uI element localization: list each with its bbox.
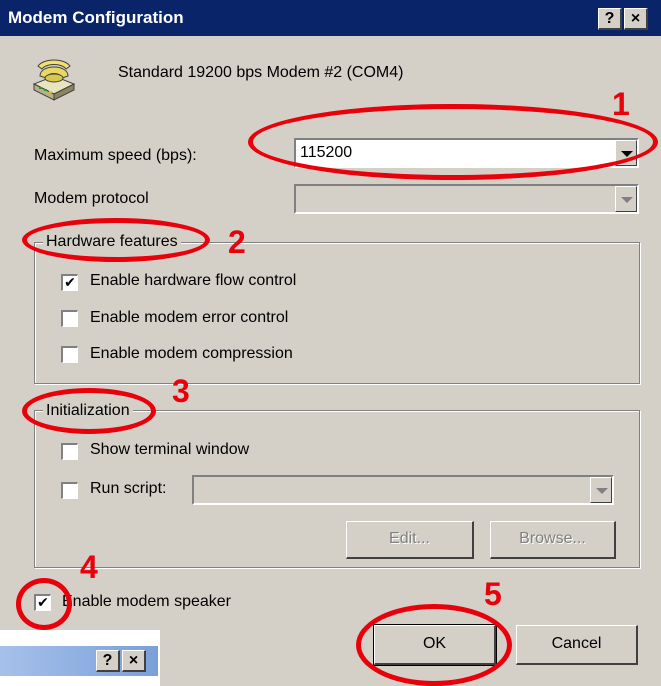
modem-speaker-label[interactable]: Enable modem speaker [62,593,231,611]
run-script-checkbox[interactable] [61,482,78,499]
modem-name: Standard 19200 bps Modem #2 (COM4) [118,64,404,81]
modem-protocol-dropdown[interactable] [294,184,639,214]
annotation-number-1: 1 [612,86,630,122]
initialization-legend: Initialization [43,402,133,420]
annotation-number-5: 5 [484,576,502,612]
ok-button[interactable]: OK [373,624,497,666]
annotation-number-2: 2 [228,224,246,260]
help-button[interactable]: ? [598,8,622,30]
annotation-number-4: 4 [80,549,98,585]
modem-error-control-checkbox[interactable] [61,310,78,327]
modem-compression-checkbox[interactable] [61,346,78,363]
modem-speaker-checkbox[interactable]: ✔ [34,594,51,611]
max-speed-value: 115200 [300,144,353,161]
show-terminal-label[interactable]: Show terminal window [90,441,249,459]
hardware-flow-control-checkbox[interactable]: ✔ [61,274,78,291]
telephone-modem-icon [32,59,76,101]
max-speed-dropdown[interactable]: 115200 [294,138,639,168]
chevron-down-icon[interactable] [615,140,637,166]
browse-button[interactable]: Browse... [490,521,616,559]
run-script-dropdown[interactable] [192,475,614,505]
modem-error-control-label[interactable]: Enable modem error control [90,309,288,327]
background-close-button[interactable]: × [122,650,146,672]
background-window-titlebar: ? × [0,646,158,676]
max-speed-label: Maximum speed (bps): [34,147,197,164]
edit-button[interactable]: Edit... [346,521,474,559]
modem-protocol-label: Modem protocol [34,190,149,207]
title-bar[interactable]: Modem Configuration ? × [0,0,661,36]
close-button[interactable]: × [624,8,648,30]
run-script-label[interactable]: Run script: [90,480,166,498]
hardware-flow-control-label[interactable]: Enable hardware flow control [90,272,296,290]
show-terminal-checkbox[interactable] [61,443,78,460]
background-help-button[interactable]: ? [96,650,120,672]
window-title: Modem Configuration [8,8,184,27]
close-icon: × [128,652,139,669]
modem-compression-label[interactable]: Enable modem compression [90,345,293,363]
close-icon: × [630,10,641,27]
cancel-button[interactable]: Cancel [516,625,638,665]
background-window: ? × [0,630,160,686]
chevron-down-icon[interactable] [615,186,637,212]
modem-configuration-dialog: Modem Configuration ? × Standard 19200 b… [0,0,661,686]
annotation-number-3: 3 [172,373,190,409]
chevron-down-icon[interactable] [590,477,612,503]
hardware-features-legend: Hardware features [43,233,181,251]
